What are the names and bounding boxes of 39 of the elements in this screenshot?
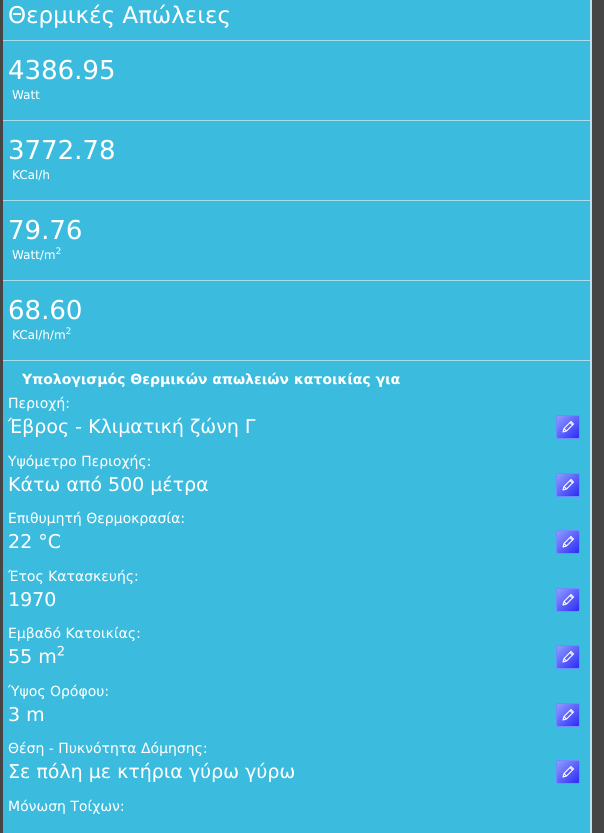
edit-button[interactable] (556, 702, 580, 726)
parameter-label: Περιοχή: (8, 395, 70, 413)
parameter-label: Επιθυμητή Θερμοκρασία: (8, 510, 186, 528)
pencil-icon (560, 534, 576, 550)
parameter-value: Έβρος - Κλιματική ζώνη Γ (8, 415, 256, 439)
parameter-value: Κάτω από 500 μέτρα (8, 472, 209, 496)
parameter-label: Υψόμετρο Περιοχής: (8, 452, 152, 470)
pencil-icon (560, 476, 576, 492)
result-unit: Watt/m$^{2}$ (11, 247, 62, 263)
result-unit: Watt (11, 87, 40, 103)
result-unit: KCal/h (11, 167, 50, 183)
pencil-icon (560, 706, 576, 722)
pencil-icon (560, 649, 576, 665)
page-title: Θερμικές Απώλειες (7, 2, 231, 31)
pencil-icon (560, 764, 576, 780)
edit-button[interactable] (556, 415, 580, 439)
parameter-value: 22 °C (8, 530, 61, 554)
result-value: 68.60 (8, 295, 82, 327)
parameter-label: Έτος Κατασκευής: (8, 568, 139, 586)
edit-button[interactable] (556, 760, 580, 784)
pencil-icon (560, 592, 576, 608)
parameter-value: Σε πόλη με κτήρια γύρω γύρω (8, 760, 296, 784)
parameter-label: Ύψος Ορόφου: (8, 682, 110, 700)
edit-button[interactable] (556, 472, 580, 496)
parameter-value: 55 m$^{2}$ (8, 645, 66, 669)
parameter-label: Εμβαδό Κατοικίας: (8, 625, 141, 643)
result-unit: KCal/h/m$^{2}$ (11, 327, 72, 343)
parameter-value: 1970 (8, 588, 56, 612)
result-value: 3772.78 (8, 135, 116, 167)
edit-button[interactable] (556, 530, 580, 554)
parameter-label: Μόνωση Τοίχων: (8, 798, 125, 816)
result-value: 4386.95 (8, 55, 116, 87)
result-value: 79.76 (8, 215, 82, 247)
edit-button[interactable] (556, 645, 580, 669)
parameter-label: Θέση - Πυκνότητα Δόμησης: (8, 740, 208, 758)
pencil-icon (560, 419, 576, 435)
parameter-value: 3 m (8, 702, 45, 726)
section-heading: Υπολογισμός Θερμικών απωλειών κατοικίας για (21, 371, 400, 389)
edit-button[interactable] (556, 588, 580, 612)
